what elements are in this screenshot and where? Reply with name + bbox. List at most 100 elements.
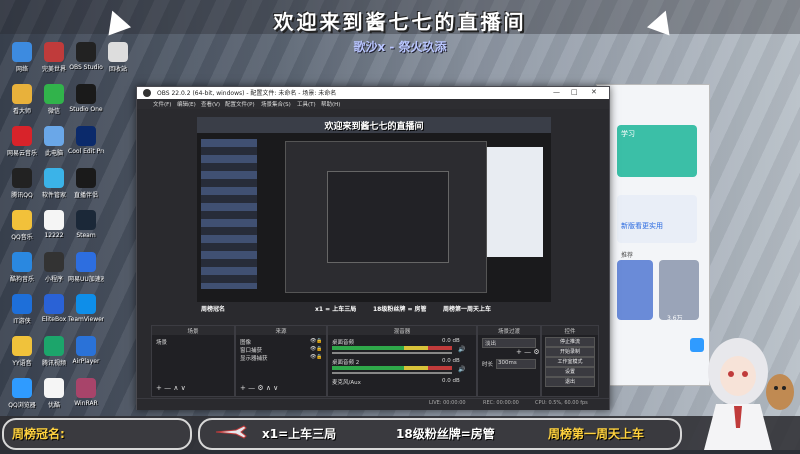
desktop-icon-label: QQ浏览器 (8, 402, 36, 409)
desktop-icon-label: 腾讯QQ (11, 192, 33, 199)
app-icon (44, 84, 64, 104)
desktop-icon-label: QQ音乐 (11, 234, 33, 241)
desktop-icon[interactable]: TeamViewer (68, 294, 104, 334)
settings-button[interactable]: 设置 (545, 367, 595, 377)
exit-button[interactable]: 退出 (545, 377, 595, 387)
scenes-dock: 场景 场景 + — ∧ ∨ (151, 325, 235, 397)
preview-title: 欢迎来到酱七七的直播间 (324, 122, 424, 132)
menu-profile[interactable]: 配置文件(P) (225, 100, 255, 108)
desktop-icon[interactable]: 微信 (36, 84, 72, 124)
mixer-dock: 混音器 桌面音频 0.0 dB 桌面音频 2 0.0 dB 麦克风/Aux 0.… (327, 325, 477, 397)
source-item[interactable]: 窗口捕获 (240, 346, 262, 354)
desktop-icon[interactable]: 看大师 (4, 84, 40, 124)
browser-tile-video-2[interactable] (659, 260, 699, 320)
mixer-volume-slider[interactable] (332, 372, 452, 374)
minimize-button[interactable]: — (553, 88, 560, 96)
desktop-icon[interactable]: OBS Studio (68, 42, 104, 82)
app-icon (12, 210, 32, 230)
desktop-icon[interactable]: Studio One (68, 84, 104, 124)
scenes-dock-title: 场景 (187, 329, 199, 335)
desktop-icon[interactable]: 网易UU加速器 (68, 252, 104, 292)
browser-tile-video[interactable] (617, 260, 653, 320)
maximize-button[interactable]: □ (571, 88, 578, 96)
menu-scene-collection[interactable]: 场景集合(S) (261, 100, 291, 108)
desktop-icon[interactable]: 完美世界 (36, 42, 72, 82)
desktop-icon-label: 酷狗音乐 (9, 276, 34, 283)
eye-lock-icon[interactable]: 👁🔒 (310, 338, 323, 344)
desktop-icon[interactable]: 优酷 (36, 378, 72, 418)
speaker-icon[interactable]: 🔊 (458, 346, 465, 353)
app-icon (76, 336, 96, 356)
transition-duration-label: 时长 (482, 362, 494, 368)
start-recording-button[interactable]: 开始录制 (545, 347, 595, 357)
studio-mode-button[interactable]: 工作室模式 (545, 357, 595, 367)
mixer-volume-slider[interactable] (332, 352, 452, 354)
desktop-icon-label: 网易云音乐 (6, 150, 37, 157)
app-icon (12, 336, 32, 356)
desktop-icon-label: 微信 (47, 108, 60, 115)
scene-item[interactable]: 场景 (156, 338, 167, 346)
sources-dock-title: 来源 (275, 329, 287, 335)
desktop-icon-label: 小程序 (44, 276, 63, 283)
desktop-icon-label: IT游侠 (13, 318, 31, 325)
transition-add-remove-icon[interactable]: + — ⚙ (516, 348, 540, 356)
desktop-icon[interactable]: 小程序 (36, 252, 72, 292)
eye-lock-icon[interactable]: 👁🔒 (310, 346, 323, 352)
desktop-icon[interactable]: 回收站 (100, 42, 136, 82)
desktop-icon[interactable]: 12222 (36, 210, 72, 250)
transition-select-value: 淡出 (485, 341, 497, 347)
mixer-channel-level: 0.0 dB (442, 338, 460, 344)
app-icon (44, 42, 64, 62)
app-icon (12, 42, 32, 62)
source-add-remove-icon[interactable]: + — ⚙ ∧ ∨ (240, 384, 278, 392)
app-icon (12, 294, 32, 314)
obs-preview[interactable]: 欢迎来到酱七七的直播间 周榜冠名 x1 = 上车三局 18级粉丝牌 = 房管 周… (197, 117, 551, 315)
menu-tools[interactable]: 工具(T) (297, 100, 316, 108)
obs-window[interactable]: OBS 22.0.2 (64-bit, windows) - 配置文件: 未命名… (136, 86, 610, 410)
desktop-icon-label: EliteBox (41, 316, 67, 323)
source-item[interactable]: 显示器捕获 (240, 354, 268, 362)
desktop-icon[interactable]: 此电脑 (36, 126, 72, 166)
browser-tile-update[interactable] (617, 195, 697, 243)
desktop-icon[interactable]: 直播伴侣 (68, 168, 104, 208)
desktop-icon[interactable]: 软件管家 (36, 168, 72, 208)
weekly-rank-label: 周榜冠名: (12, 427, 65, 441)
desktop-icon[interactable]: EliteBox (36, 294, 72, 334)
desktop-icon[interactable]: YY语音 (4, 336, 40, 376)
desktop-icon[interactable]: 腾讯QQ (4, 168, 40, 208)
app-icon (76, 84, 96, 104)
desktop-icon[interactable]: 腾讯视频 (36, 336, 72, 376)
app-icon (76, 378, 96, 398)
desktop-icon[interactable]: Steam (68, 210, 104, 250)
bottom-item-3: 周榜第一周天上车 (548, 427, 645, 441)
stream-title: 欢迎来到酱七七的直播间 (273, 10, 527, 34)
desktop-icon[interactable]: QQ浏览器 (4, 378, 40, 418)
desktop-icon[interactable]: AirPlayer (68, 336, 104, 376)
desktop-icon[interactable]: QQ音乐 (4, 210, 40, 250)
menu-edit[interactable]: 编辑(E) (177, 100, 196, 108)
desktop-icon[interactable]: 网络 (4, 42, 40, 82)
desktop-icon[interactable]: 网易云音乐 (4, 126, 40, 166)
scene-add-remove-icon[interactable]: + — ∧ ∨ (156, 384, 186, 392)
source-item[interactable]: 图像 (240, 338, 251, 346)
status-rec: REC: 00:00:00 (483, 400, 519, 406)
menu-help[interactable]: 帮助(H) (321, 100, 340, 108)
desktop-icon[interactable]: WinRAR (68, 378, 104, 418)
chat-bubble-icon[interactable] (690, 338, 704, 352)
eye-lock-icon[interactable]: 👁🔒 (310, 354, 323, 360)
bottom-item-2: 18级粉丝牌=房管 (396, 427, 495, 441)
close-button[interactable]: ✕ (591, 88, 597, 96)
stop-streaming-button[interactable]: 停止推流 (545, 337, 595, 347)
speaker-icon[interactable]: 🔊 (458, 366, 465, 373)
mixer-channel-level: 0.0 dB (442, 358, 460, 364)
menu-file[interactable]: 文件(F) (153, 100, 171, 108)
desktop-icon[interactable]: IT游侠 (4, 294, 40, 334)
desktop-icon[interactable]: Cool Edit Pro (68, 126, 104, 166)
menu-view[interactable]: 查看(V) (201, 100, 220, 108)
desktop-icon-label: Cool Edit Pro (68, 148, 104, 155)
mixer-channel-level: 0.0 dB (442, 378, 460, 384)
desktop-icon-label: YY语音 (12, 360, 32, 367)
app-icon (44, 126, 64, 146)
desktop-icon-label: 腾讯视频 (41, 360, 66, 367)
desktop-icon[interactable]: 酷狗音乐 (4, 252, 40, 292)
